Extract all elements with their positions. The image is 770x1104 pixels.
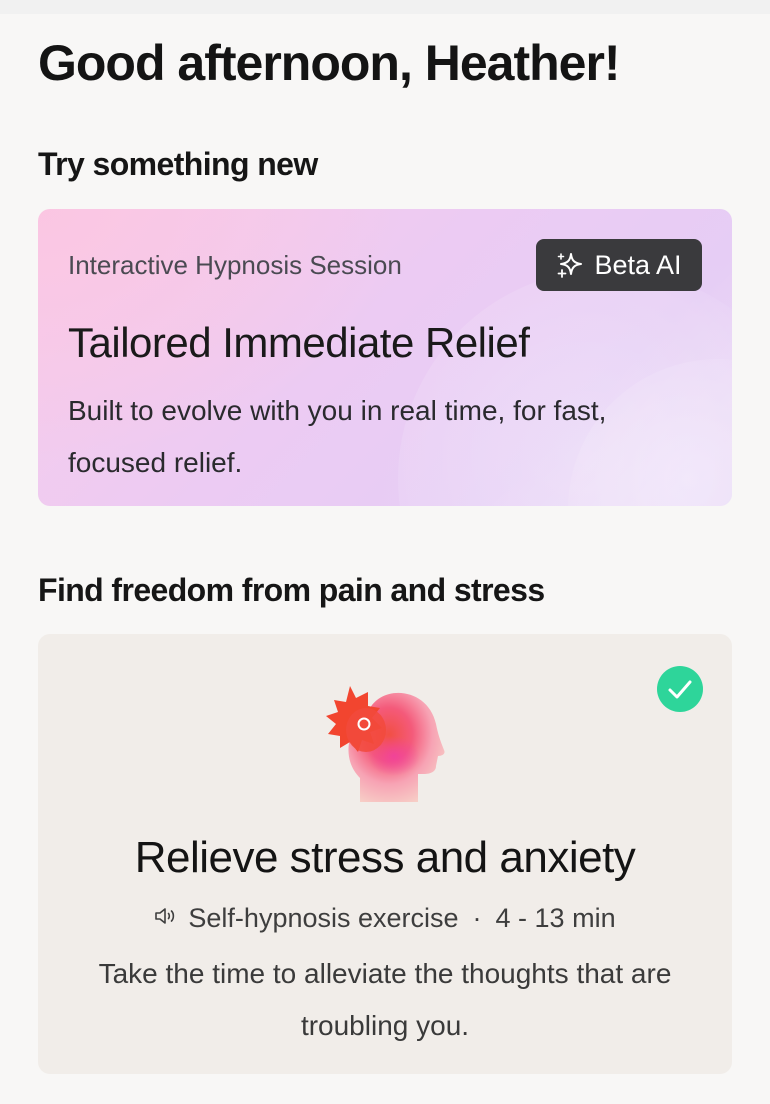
exercise-meta: Self-hypnosis exercise · 4 - 13 min (38, 900, 732, 936)
completed-check-icon (657, 666, 703, 712)
exercise-card[interactable]: Relieve stress and anxiety Self-hypnosis… (38, 634, 732, 1074)
meta-separator: · (472, 903, 482, 933)
sparkles-icon (556, 251, 584, 279)
interactive-session-card[interactable]: Interactive Hypnosis Session Beta AI Tai… (38, 209, 732, 506)
exercise-duration: 4 - 13 min (495, 903, 616, 933)
status-bar (0, 0, 770, 14)
speaker-icon (154, 900, 178, 936)
page-greeting: Good afternoon, Heather! (38, 35, 621, 91)
exercise-title: Relieve stress and anxiety (134, 833, 636, 882)
session-title: Tailored Immediate Relief (68, 319, 530, 366)
beta-ai-badge: Beta AI (536, 239, 702, 291)
exercise-type: Self-hypnosis exercise (188, 903, 459, 933)
exercise-description: Take the time to alleviate the thoughts … (98, 958, 672, 1041)
session-kicker: Interactive Hypnosis Session (68, 250, 402, 280)
section-title-try-something-new: Try something new (38, 146, 318, 182)
session-description: Built to evolve with you in real time, f… (68, 395, 607, 478)
badge-label: Beta AI (594, 249, 682, 280)
head-stress-illustration (320, 678, 450, 804)
section-title-find-freedom: Find freedom from pain and stress (38, 572, 545, 608)
